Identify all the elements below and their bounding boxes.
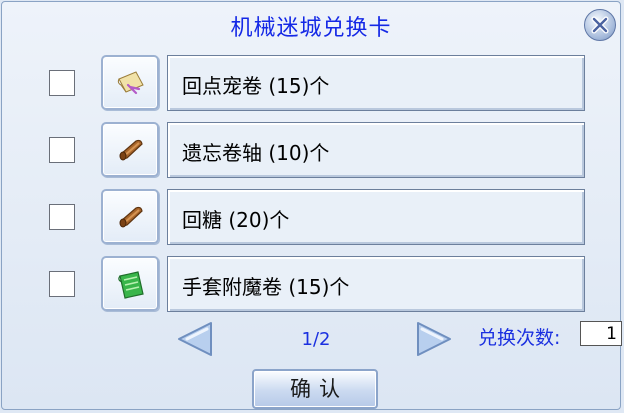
exchange-dialog: 机械迷城兑换卡 回点宠卷 (15)个 遗忘卷轴 (10)个 回糖 (20)个 手… xyxy=(1,1,622,410)
item-name: 回糖 (20)个 xyxy=(182,208,290,232)
list-item: 遗忘卷轴 (10)个 xyxy=(2,122,622,178)
item-name-box: 回点宠卷 (15)个 xyxy=(167,55,585,111)
item-checkbox[interactable] xyxy=(49,271,75,297)
item-name: 手套附魔卷 (15)个 xyxy=(182,275,350,299)
item-name-box: 遗忘卷轴 (10)个 xyxy=(167,122,585,178)
list-item: 回糖 (20)个 xyxy=(2,189,622,245)
item-icon-slot xyxy=(101,55,159,110)
list-item: 回点宠卷 (15)个 xyxy=(2,55,622,111)
item-name-box: 回糖 (20)个 xyxy=(167,189,585,245)
confirm-button[interactable]: 确认 xyxy=(252,369,378,409)
page-indicator: 1/2 xyxy=(301,329,331,350)
close-icon xyxy=(591,16,609,34)
prev-page-button[interactable] xyxy=(175,320,215,362)
item-name-box: 手套附魔卷 (15)个 xyxy=(167,256,585,312)
exchange-count-label: 兑换次数: xyxy=(478,327,561,349)
item-name: 回点宠卷 (15)个 xyxy=(182,74,330,98)
item-checkbox[interactable] xyxy=(49,70,75,96)
item-icon-slot xyxy=(101,122,159,177)
item-icon-slot xyxy=(101,189,159,244)
dialog-title: 机械迷城兑换卡 xyxy=(230,16,392,41)
scroll-ribbon-icon xyxy=(117,71,144,95)
arrow-left-icon xyxy=(178,322,212,356)
item-checkbox[interactable] xyxy=(49,204,75,230)
item-checkbox[interactable] xyxy=(49,137,75,163)
scroll-icon xyxy=(119,139,143,161)
list-item: 手套附魔卷 (15)个 xyxy=(2,256,622,312)
exchange-count-input[interactable] xyxy=(580,321,622,346)
scroll-icon xyxy=(119,206,143,228)
item-name: 遗忘卷轴 (10)个 xyxy=(182,141,330,165)
close-button[interactable] xyxy=(584,9,616,41)
next-page-button[interactable] xyxy=(414,320,454,362)
arrow-right-icon xyxy=(417,322,451,356)
item-icon-slot xyxy=(101,256,159,311)
green-scroll-icon xyxy=(118,271,144,299)
